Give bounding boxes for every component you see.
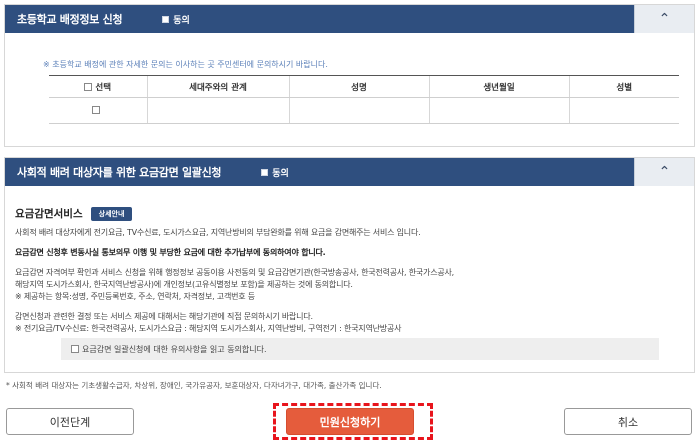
agree-checkbox-icon[interactable]	[261, 168, 269, 176]
fee-agreement-checkbox[interactable]	[71, 345, 79, 353]
fee-reduction-title: 사회적 배려 대상자를 위한 요금감면 일괄신청	[17, 166, 222, 179]
table-row	[49, 97, 679, 124]
agree-label: 동의	[272, 168, 289, 179]
col-select: 선택	[49, 75, 147, 98]
col-relation: 세대주와의 관계	[146, 75, 289, 98]
collapse-toggle-button[interactable]: ⌃	[634, 5, 694, 33]
service-description: 요금감면서비스 상세안내 사회적 배려 대상자에게 전기요금, TV수신료, 도…	[15, 206, 675, 335]
col-name: 성명	[288, 75, 429, 98]
service-line-6: 감면신청과 관련한 결정 또는 서비스 제공에 대해서는 해당기관에 직접 문의…	[15, 312, 313, 321]
service-line-1: 사회적 배려 대상자에게 전기요금, TV수신료, 도시가스요금, 지역난방비의…	[15, 228, 421, 237]
agree-label: 동의	[173, 15, 190, 26]
service-line-2: 요금감면 신청후 변동사실 통보의무 이행 및 부당한 요금에 대한 추가납부에…	[15, 248, 326, 257]
previous-step-button[interactable]: 이전단계	[6, 408, 134, 435]
agree-checkbox-icon[interactable]	[162, 15, 170, 23]
row-birth-cell	[428, 97, 569, 124]
school-assignment-header: 초등학교 배정정보 신청 동의 ⌃	[5, 5, 694, 33]
service-line-5: ※ 제공하는 항목:성명, 주민등록번호, 주소, 연락처, 자격정보, 고객번…	[15, 292, 255, 301]
row-select-cell	[49, 97, 147, 124]
fee-agreement-checkbox-row[interactable]: 요금감면 일괄신청에 대한 유의사항을 읽고 동의합니다.	[61, 338, 659, 360]
col-gender: 성별	[568, 75, 679, 98]
service-line-7: ※ 전기요금/TV수신료: 한국전력공사, 도시가스요금 : 해당지역 도시가스…	[15, 324, 402, 333]
col-birth: 생년월일	[428, 75, 569, 98]
school-assignment-agree[interactable]: 동의	[162, 13, 190, 26]
fee-agreement-text: 요금감면 일괄신청에 대한 유의사항을 읽고 동의합니다.	[82, 344, 267, 354]
row-checkbox[interactable]	[92, 106, 101, 114]
school-assignment-note: ※ 초등학교 배정에 관한 자세한 문의는 이사하는 곳 주민센터에 문의하시기…	[43, 60, 328, 69]
chevron-up-icon: ⌃	[658, 164, 671, 180]
school-assignment-panel: 초등학교 배정정보 신청 동의 ⌃ ※ 초등학교 배정에 관한 자세한 문의는 …	[4, 4, 695, 147]
service-line-3: 요금감면 자격여부 확인과 서비스 신청을 위해 행정정보 공동이용 사전동의 …	[15, 268, 455, 277]
fee-reduction-panel: 사회적 배려 대상자를 위한 요금감면 일괄신청 동의 ⌃ 요금감면서비스 상세…	[4, 157, 695, 373]
table-header-row: 선택 세대주와의 관계 성명 생년월일 성별	[49, 75, 679, 98]
family-table: 선택 세대주와의 관계 성명 생년월일 성별	[49, 75, 679, 124]
chevron-up-icon: ⌃	[658, 11, 671, 27]
row-relation-cell	[146, 97, 289, 124]
footnote: * 사회적 배려 대상자는 기초생활수급자, 차상위, 장애인, 국가유공자, …	[6, 381, 382, 390]
fee-reduction-agree[interactable]: 동의	[261, 166, 289, 179]
collapse-toggle-button[interactable]: ⌃	[634, 158, 694, 186]
cancel-button[interactable]: 취소	[564, 408, 692, 435]
row-name-cell	[288, 97, 429, 124]
detail-info-button[interactable]: 상세안내	[90, 206, 133, 221]
select-all-checkbox[interactable]	[84, 83, 93, 91]
service-title-row: 요금감면서비스 상세안내	[15, 206, 675, 221]
service-title: 요금감면서비스	[15, 208, 83, 220]
submit-application-button[interactable]: 민원신청하기	[286, 408, 414, 435]
fee-reduction-header: 사회적 배려 대상자를 위한 요금감면 일괄신청 동의 ⌃	[5, 158, 694, 186]
row-gender-cell	[568, 97, 679, 124]
school-assignment-title: 초등학교 배정정보 신청	[17, 13, 123, 26]
service-line-4: 해당지역 도시가스회사, 한국지역난방공사)에 개인정보(고유식별정보 포함)을…	[15, 280, 353, 289]
